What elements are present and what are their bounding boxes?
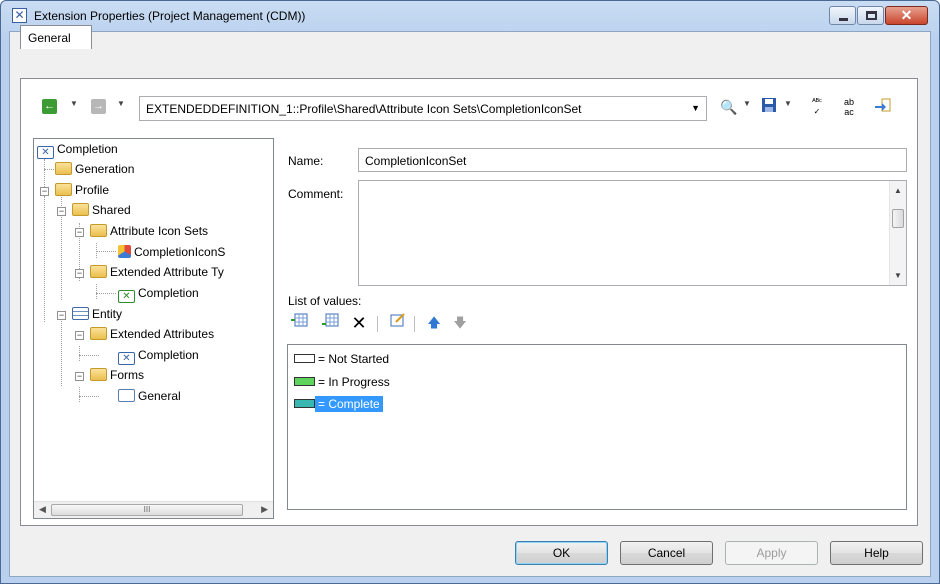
values-list[interactable]: = Not Started = In Progress = Complete: [287, 344, 907, 510]
back-button[interactable]: ←: [42, 99, 57, 114]
scroll-left-arrow[interactable]: ◀: [39, 504, 46, 515]
delete-icon[interactable]: ✕: [349, 313, 369, 333]
tree-horizontal-scrollbar[interactable]: ◀ III ▶: [34, 501, 273, 518]
maximize-icon: [866, 11, 877, 20]
collapse-shared-toggle[interactable]: −: [57, 207, 66, 216]
list-of-values-label: List of values:: [288, 294, 362, 308]
collapse-profile-toggle[interactable]: −: [40, 187, 49, 196]
folder-icon: [90, 368, 107, 381]
cancel-button[interactable]: Cancel: [620, 541, 713, 565]
folder-icon: [55, 183, 72, 196]
scroll-thumb[interactable]: [892, 209, 904, 228]
spellcheck-icon[interactable]: ᴬᴮᶜ ✓: [806, 97, 828, 117]
tree-item-completion-type[interactable]: ✕ Completion: [118, 284, 199, 303]
tree-item-entity[interactable]: Entity: [72, 305, 122, 323]
move-down-icon[interactable]: 🡇: [450, 313, 470, 333]
add-row-icon[interactable]: [320, 313, 340, 333]
form-icon: [118, 389, 135, 402]
collapse-forms-toggle[interactable]: −: [75, 372, 84, 381]
folder-icon: [90, 327, 107, 340]
path-value: EXTENDEDDEFINITION_1::Profile\Shared\Att…: [146, 102, 582, 116]
insert-row-icon[interactable]: [289, 313, 309, 333]
list-item[interactable]: = Not Started: [294, 350, 392, 368]
forward-button[interactable]: →: [91, 99, 106, 114]
scroll-thumb[interactable]: III: [51, 504, 243, 516]
tree-item-extended-attribute-types[interactable]: Extended Attribute Ty: [90, 263, 224, 281]
color-swatch: [294, 399, 315, 408]
list-item-selected[interactable]: = Complete: [294, 395, 383, 413]
tree-item-extended-attributes[interactable]: Extended Attributes: [90, 325, 214, 343]
close-icon: ✕: [900, 7, 913, 23]
tree-item-attribute-icon-sets[interactable]: Attribute Icon Sets: [90, 222, 208, 240]
extension-icon: ✕: [12, 8, 27, 23]
comment-label: Comment:: [288, 187, 344, 201]
color-swatch: [294, 377, 315, 386]
extended-attribute-type-icon: ✕: [118, 290, 135, 303]
window-title: Extension Properties (Project Management…: [34, 9, 306, 23]
scroll-right-arrow[interactable]: ▶: [261, 504, 268, 515]
minimize-button[interactable]: [829, 6, 856, 25]
path-combobox[interactable]: EXTENDEDDEFINITION_1::Profile\Shared\Att…: [139, 96, 707, 121]
tree-item-completion-icon-set[interactable]: CompletionIconS: [118, 243, 226, 261]
save-dropdown-arrow[interactable]: ▼: [784, 99, 792, 108]
collapse-attribute-icon-sets-toggle[interactable]: −: [75, 228, 84, 237]
maximize-button[interactable]: [857, 6, 884, 25]
folder-icon: [55, 162, 72, 175]
list-item[interactable]: = In Progress: [294, 373, 393, 391]
import-icon[interactable]: [872, 97, 894, 117]
comment-field[interactable]: ▲ ▼: [358, 180, 907, 286]
save-icon[interactable]: [758, 97, 780, 117]
tree-item-shared[interactable]: Shared: [72, 201, 131, 219]
replace-icon[interactable]: ab ac: [838, 97, 860, 117]
comment-vertical-scrollbar[interactable]: ▲ ▼: [889, 181, 906, 285]
properties-icon[interactable]: [388, 313, 408, 333]
title-bar[interactable]: ✕ Extension Properties (Project Manageme…: [1, 1, 939, 31]
minimize-icon: [839, 18, 848, 21]
back-dropdown-arrow[interactable]: ▼: [70, 99, 78, 108]
tab-general[interactable]: General: [20, 25, 92, 49]
collapse-extended-attribute-types-toggle[interactable]: −: [75, 269, 84, 278]
tree-item-generation[interactable]: Generation: [55, 160, 134, 178]
help-button[interactable]: Help: [830, 541, 923, 565]
tree-item-profile[interactable]: Profile: [55, 181, 109, 199]
definition-tree[interactable]: ✕ Completion Generation − Profile − Share…: [33, 138, 274, 519]
entity-icon: [72, 307, 89, 320]
find-icon[interactable]: 🔍: [718, 97, 740, 117]
folder-icon: [90, 265, 107, 278]
name-label: Name:: [288, 154, 324, 168]
scroll-up-arrow[interactable]: ▲: [894, 186, 902, 195]
apply-button[interactable]: Apply: [725, 541, 818, 565]
tree-item-completion-attribute[interactable]: ✕ Completion: [118, 346, 199, 365]
move-up-icon[interactable]: 🡅: [424, 313, 444, 333]
color-swatch: [294, 354, 315, 363]
find-dropdown-arrow[interactable]: ▼: [743, 99, 751, 108]
extended-attribute-icon: ✕: [118, 352, 135, 365]
ok-button[interactable]: OK: [515, 541, 608, 565]
extension-icon: ✕: [37, 146, 54, 159]
icon-set-icon: [118, 245, 131, 258]
folder-icon: [90, 224, 107, 237]
collapse-entity-toggle[interactable]: −: [57, 311, 66, 320]
scroll-down-arrow[interactable]: ▼: [894, 271, 902, 280]
tree-item-forms[interactable]: Forms: [90, 366, 144, 384]
tree-item-completion-root[interactable]: ✕ Completion: [37, 140, 118, 159]
tree-item-general-form[interactable]: General: [118, 387, 181, 405]
folder-icon: [72, 203, 89, 216]
close-button[interactable]: ✕: [885, 6, 928, 25]
forward-dropdown-arrow[interactable]: ▼: [117, 99, 125, 108]
collapse-extended-attributes-toggle[interactable]: −: [75, 331, 84, 340]
chevron-down-icon[interactable]: ▼: [691, 103, 700, 113]
name-field[interactable]: CompletionIconSet: [358, 148, 907, 172]
